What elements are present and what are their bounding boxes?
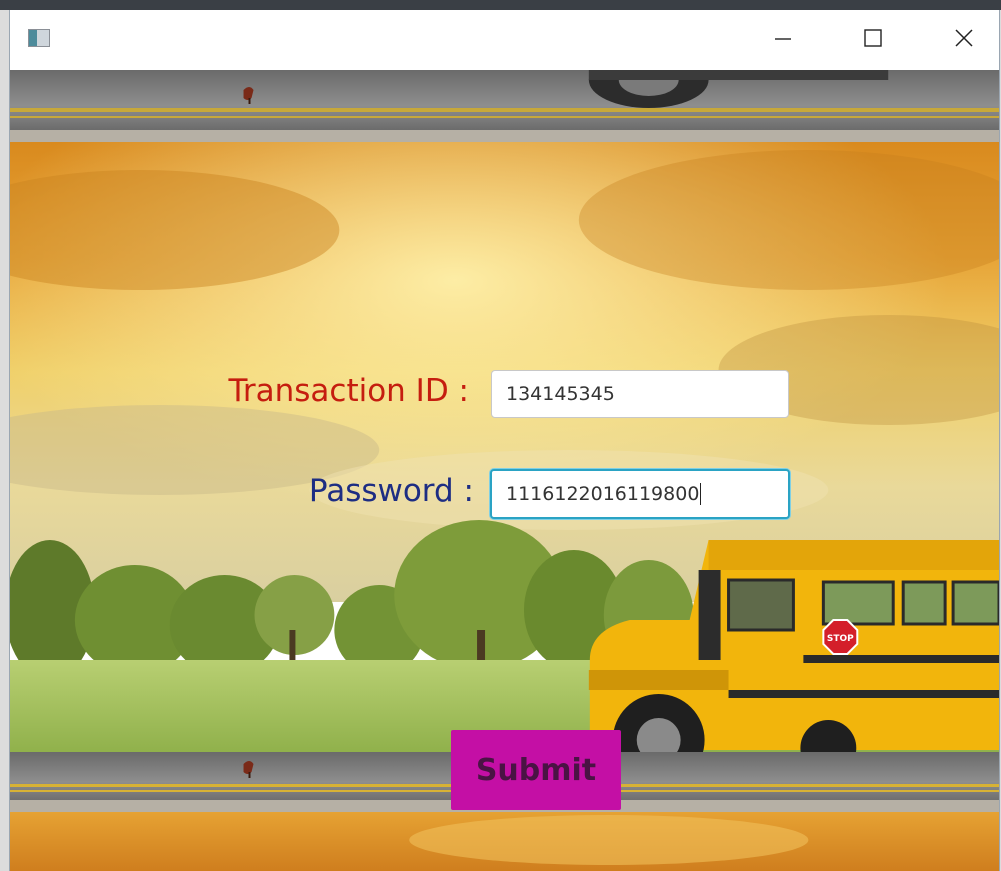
stop-sign-text: STOP	[827, 634, 854, 644]
transaction-id-input[interactable]: 134145345	[491, 370, 789, 418]
close-icon	[955, 29, 973, 47]
password-label: Password :	[308, 473, 474, 509]
submit-button[interactable]: Submit	[451, 730, 621, 810]
password-input[interactable]: 1116122016119800	[490, 469, 790, 519]
transaction-id-label: Transaction ID :	[228, 373, 469, 409]
minimize-icon	[775, 38, 791, 40]
minimize-button[interactable]	[760, 10, 806, 66]
title-bar[interactable]	[10, 10, 999, 70]
maximize-icon	[864, 29, 882, 47]
close-button[interactable]	[941, 10, 987, 66]
app-window: STOP Transaction ID : 134145345 Password…	[9, 10, 1000, 871]
content-area: STOP Transaction ID : 134145345 Password…	[10, 70, 999, 871]
maximize-button[interactable]	[850, 10, 896, 66]
transaction-id-value: 134145345	[506, 383, 615, 405]
desktop-strip	[0, 0, 1001, 10]
password-value: 1116122016119800	[506, 483, 700, 505]
text-caret	[700, 483, 702, 505]
app-icon	[28, 29, 50, 47]
